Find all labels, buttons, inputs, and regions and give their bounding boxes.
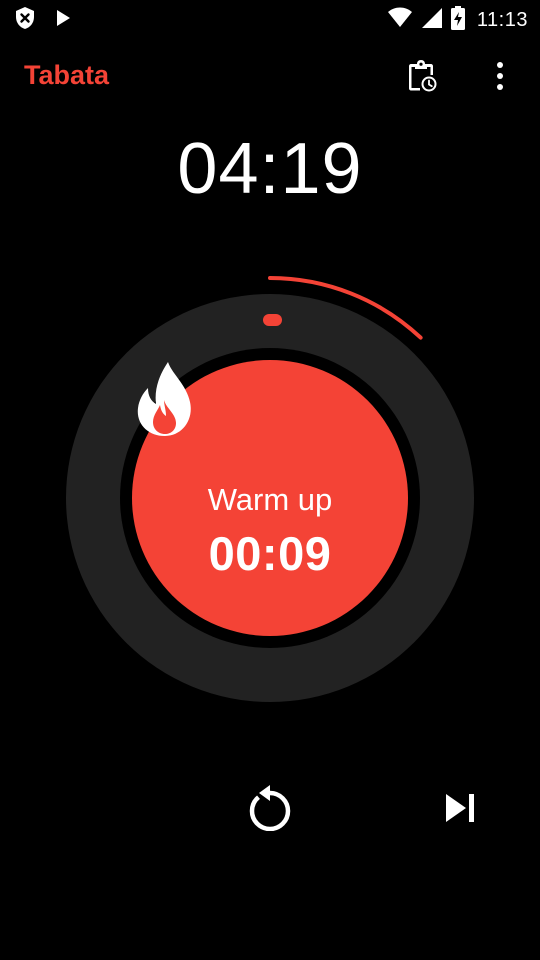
timer-dial: Warm up 00:09 bbox=[0, 260, 540, 720]
controls bbox=[0, 776, 540, 846]
status-left-icons bbox=[14, 6, 72, 35]
restart-button[interactable] bbox=[244, 784, 296, 836]
clipboard-clock-icon bbox=[407, 59, 437, 98]
app-actions bbox=[402, 58, 520, 98]
wifi-icon bbox=[387, 7, 413, 34]
status-time: 11:13 bbox=[476, 9, 528, 31]
app-bar: Tabata bbox=[0, 44, 540, 112]
shield-x-icon bbox=[14, 6, 36, 35]
restart-icon bbox=[249, 784, 291, 836]
battery-charging-icon bbox=[450, 6, 465, 35]
fire-icon bbox=[137, 362, 303, 476]
phase-label: Warm up bbox=[207, 482, 333, 517]
play-store-icon bbox=[54, 8, 72, 33]
status-right-icons: 11:13 bbox=[387, 6, 528, 35]
phase-display[interactable]: Warm up 00:09 bbox=[132, 360, 408, 636]
history-button[interactable] bbox=[402, 58, 442, 98]
overflow-menu-button[interactable] bbox=[480, 58, 520, 98]
app-title: Tabata bbox=[24, 60, 110, 90]
skip-next-icon bbox=[444, 793, 476, 828]
total-time: 04:19 bbox=[177, 129, 363, 209]
phase-time: 00:09 bbox=[208, 527, 332, 580]
skip-next-button[interactable] bbox=[434, 784, 486, 836]
cellular-icon bbox=[421, 7, 443, 34]
status-bar: 11:13 bbox=[0, 0, 540, 36]
progress-marker bbox=[263, 314, 282, 326]
more-vert-icon bbox=[495, 61, 505, 96]
